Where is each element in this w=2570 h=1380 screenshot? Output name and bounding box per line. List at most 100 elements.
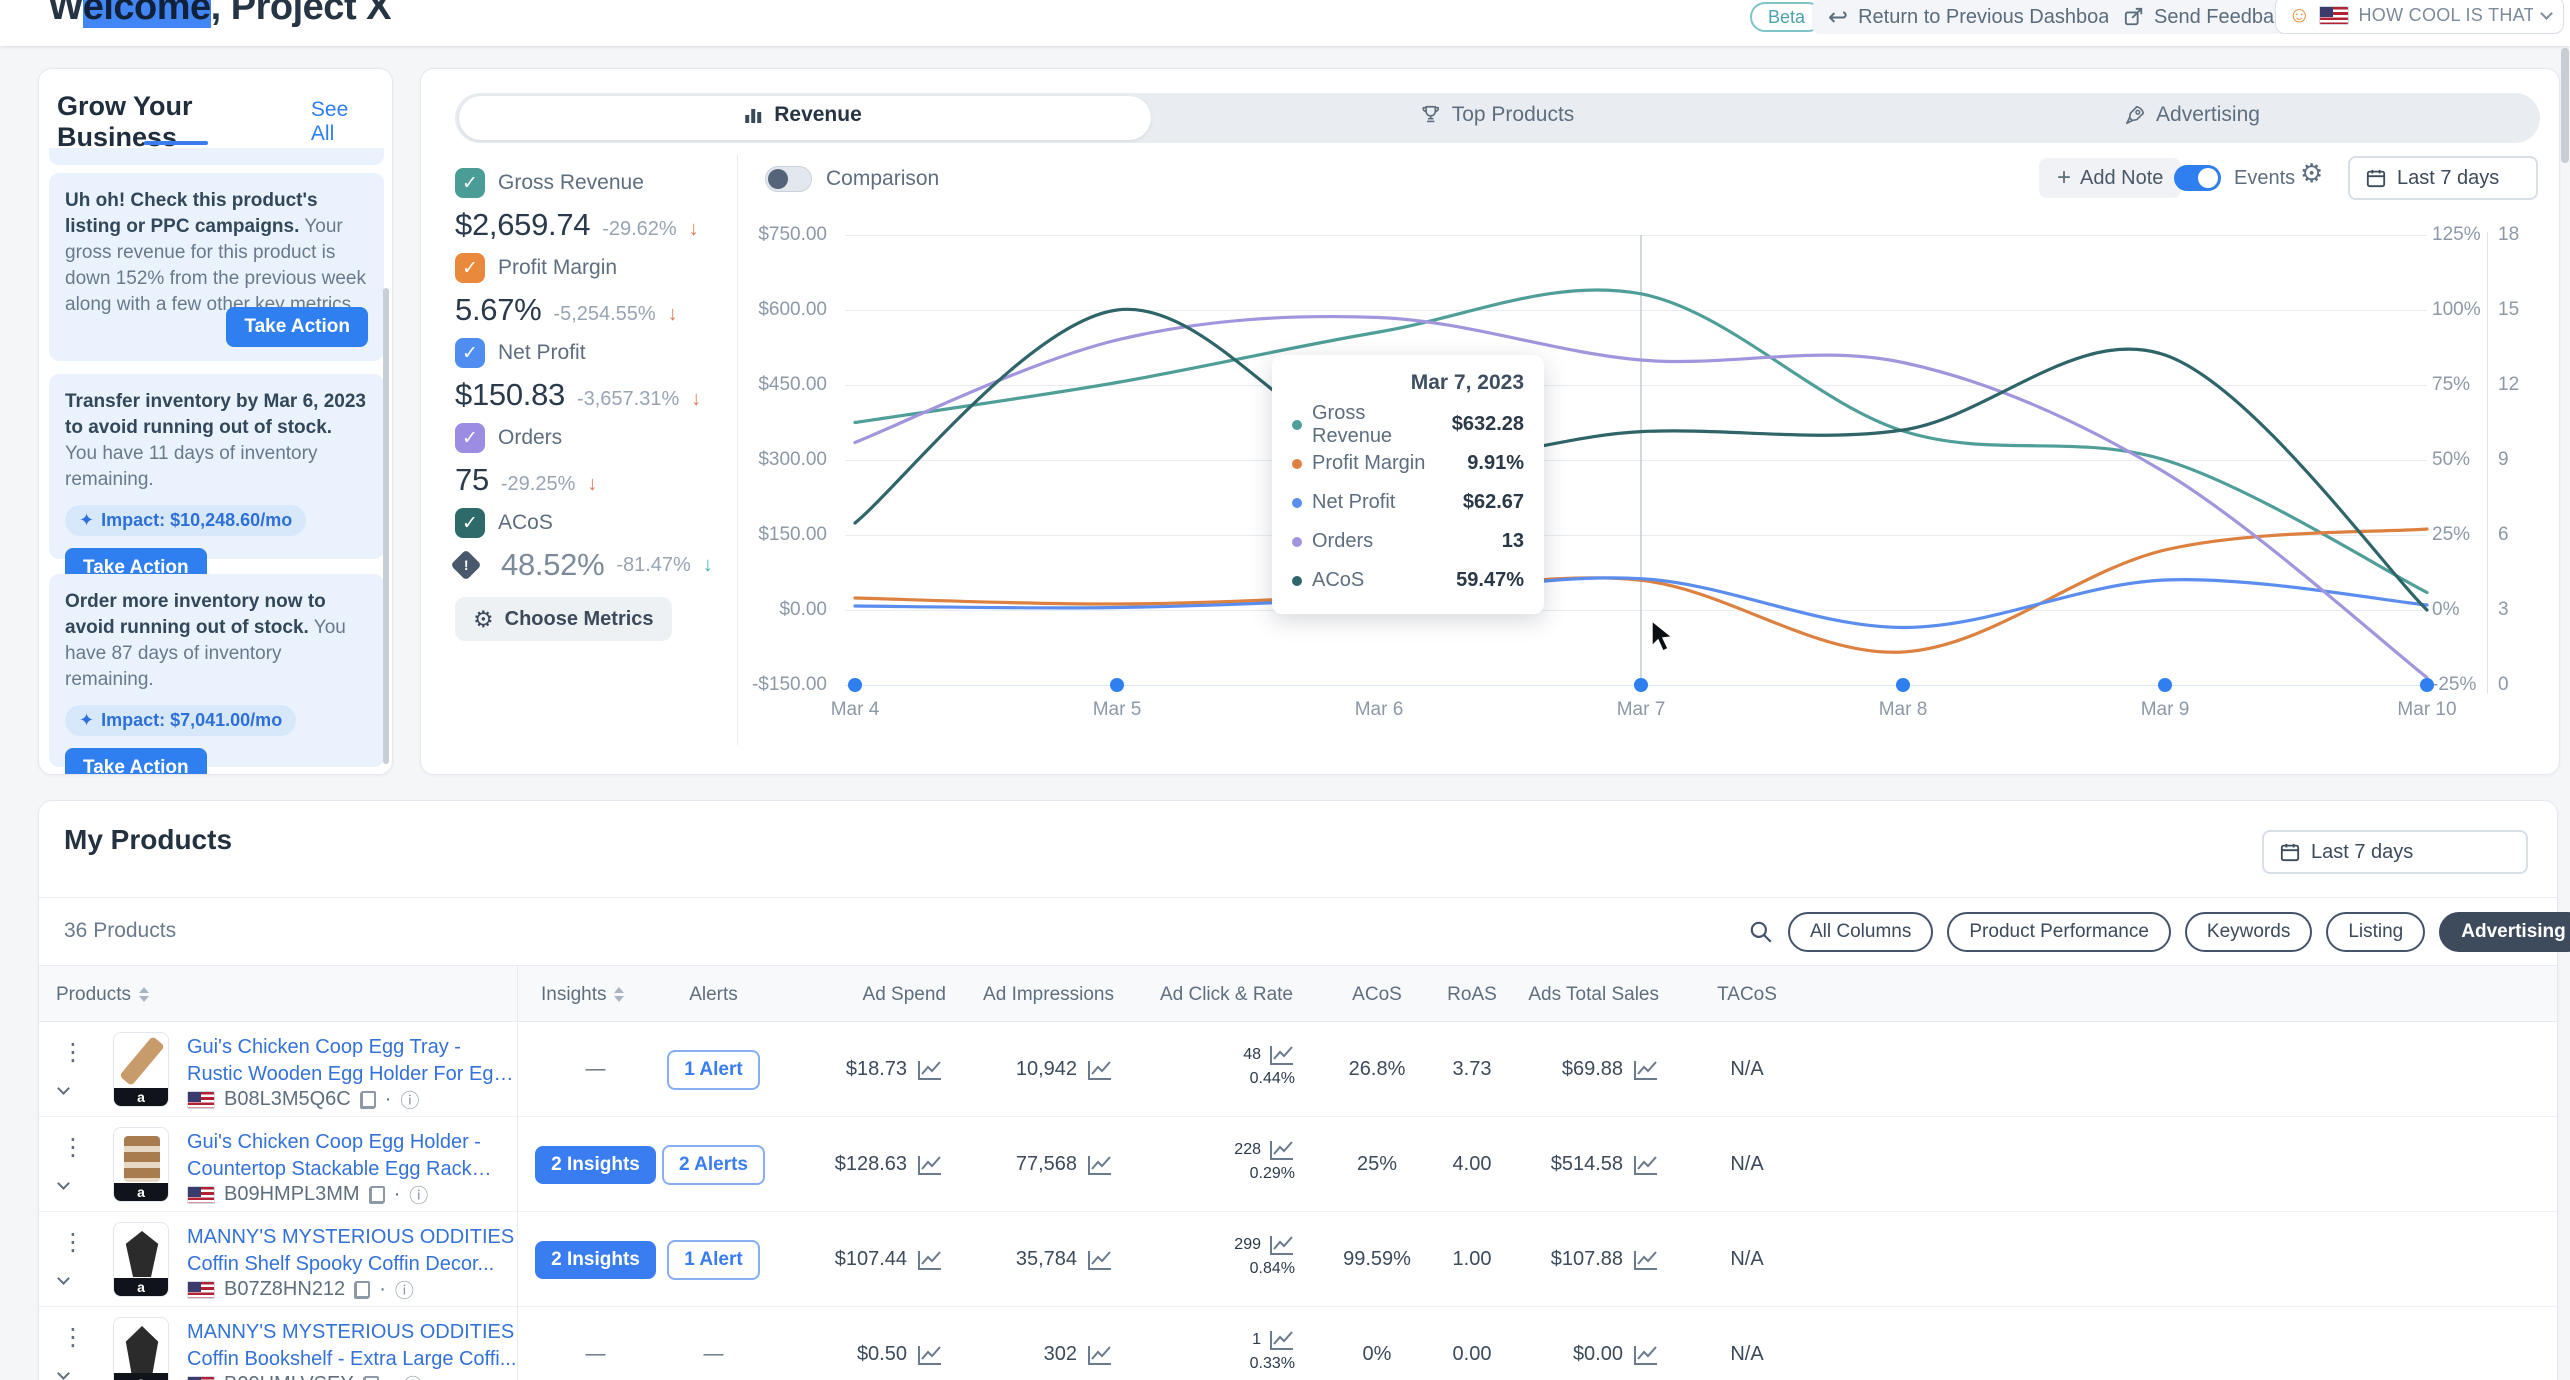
comparison-label: Comparison — [826, 167, 940, 190]
return-arrow-icon: ↩ — [1828, 3, 1849, 31]
row-expand-chevron-icon[interactable] — [57, 1080, 70, 1098]
axis-separator — [2487, 232, 2488, 694]
x-axis-tick: Mar 6 — [1354, 699, 1404, 720]
copy-icon[interactable] — [359, 1090, 376, 1109]
copy-icon[interactable] — [368, 1185, 385, 1204]
products-date-range-picker[interactable]: Last 7 days — [2262, 830, 2528, 874]
metric-checkbox[interactable]: ✓ — [455, 168, 485, 198]
events-toggle[interactable] — [2174, 165, 2221, 191]
alerts-pill[interactable]: 1 Alert — [667, 1239, 760, 1280]
column-insights[interactable]: Insights — [541, 966, 625, 1023]
series-dot-icon — [1292, 575, 1302, 586]
info-icon[interactable]: ⓘ — [400, 1086, 419, 1113]
line-chart-icon[interactable] — [1633, 1154, 1659, 1176]
row-menu-kebab-icon[interactable]: ⋮ — [61, 1133, 85, 1162]
sidebar-scrollbar[interactable] — [383, 288, 389, 764]
filter-all-columns[interactable]: All Columns — [1788, 912, 1934, 952]
tab-revenue[interactable]: Revenue — [742, 103, 862, 127]
insights-pill[interactable]: 2 Insights — [535, 1145, 656, 1184]
column-products[interactable]: Products — [56, 966, 149, 1023]
line-chart-icon[interactable] — [1269, 1044, 1295, 1066]
product-title-link[interactable]: MANNY'S MYSTERIOUS ODDITIES Coffin Books… — [187, 1319, 517, 1373]
page-scrollbar[interactable] — [2561, 48, 2569, 163]
filter-listing[interactable]: Listing — [2326, 912, 2426, 952]
column-acos[interactable]: ACoS — [1327, 966, 1427, 1023]
choose-metrics-button[interactable]: ⚙ Choose Metrics — [455, 597, 672, 641]
metric-checkbox[interactable]: ✓ — [455, 423, 485, 453]
trend-down-icon: ↓ — [667, 303, 678, 325]
take-action-button[interactable]: Take Action — [65, 748, 207, 774]
column-tacos[interactable]: TACoS — [1697, 966, 1797, 1023]
event-marker — [848, 678, 862, 692]
line-chart-icon[interactable] — [1269, 1234, 1295, 1256]
info-icon[interactable]: ⓘ — [395, 1276, 414, 1303]
tooltip-row: ACoS 59.47% — [1292, 561, 1524, 600]
product-title-link[interactable]: Gui's Chicken Coop Egg Holder - Countert… — [187, 1129, 517, 1183]
tab-top-products[interactable]: Top Products — [1420, 103, 1574, 127]
filter-product-performance[interactable]: Product Performance — [1947, 912, 2171, 952]
chevron-down-icon — [2540, 6, 2553, 20]
search-icon[interactable] — [1748, 919, 1774, 945]
filter-keywords[interactable]: Keywords — [2184, 912, 2313, 952]
tacos-value: N/A — [1730, 1248, 1764, 1270]
metric-orders: ✓ Orders 75 -29.25% ↓ — [455, 423, 735, 498]
row-menu-kebab-icon[interactable]: ⋮ — [61, 1323, 85, 1352]
info-icon[interactable]: ⓘ — [403, 1371, 422, 1380]
x-axis-tick: Mar 7 — [1616, 699, 1666, 720]
sparkle-icon: ✦ — [79, 510, 95, 530]
chart-settings-gear-icon[interactable]: ⚙ — [2300, 160, 2323, 186]
products-count: 36 Products — [64, 919, 177, 942]
acos-value: 26.8% — [1348, 1058, 1406, 1080]
series-dot-icon — [1292, 458, 1302, 469]
chart-date-range-picker[interactable]: Last 7 days — [2348, 156, 2538, 200]
metric-checkbox[interactable]: ✓ — [455, 338, 485, 368]
sort-icon — [614, 987, 625, 1002]
row-expand-chevron-icon[interactable] — [57, 1270, 70, 1288]
row-expand-chevron-icon[interactable] — [57, 1365, 70, 1380]
return-to-previous-dashboard-button[interactable]: ↩ Return to Previous Dashboard — [1812, 0, 2144, 34]
take-action-button[interactable]: Take Action — [226, 307, 368, 347]
line-chart-icon[interactable] — [1269, 1139, 1295, 1161]
column-ad-click-rate[interactable]: Ad Click & Rate — [1099, 966, 1293, 1023]
row-menu-kebab-icon[interactable]: ⋮ — [61, 1228, 85, 1257]
column-ad-impressions[interactable]: Ad Impressions — [939, 966, 1114, 1023]
row-menu-kebab-icon[interactable]: ⋮ — [61, 1038, 85, 1067]
tab-advertising[interactable]: Advertising — [2124, 103, 2260, 127]
product-title-link[interactable]: Gui's Chicken Coop Egg Tray - Rustic Woo… — [187, 1034, 517, 1088]
filter-advertising[interactable]: Advertising — [2439, 912, 2570, 952]
column-alerts[interactable]: Alerts — [661, 966, 766, 1023]
ad-clicks-value: 48 — [1243, 1046, 1261, 1063]
acos-value: 25% — [1356, 1153, 1398, 1175]
see-all-link[interactable]: See All — [311, 98, 374, 146]
y-axis-tick: $600.00 — [758, 299, 827, 320]
metric-gross-revenue: ✓ Gross Revenue $2,659.74 -29.62% ↓ — [455, 168, 735, 243]
product-title-link[interactable]: MANNY'S MYSTERIOUS ODDITIES Coffin Shelf… — [187, 1224, 517, 1278]
line-chart-icon[interactable] — [1633, 1344, 1659, 1366]
metric-profit-margin: ✓ Profit Margin 5.67% -5,254.55% ↓ — [455, 253, 735, 328]
tacos-value: N/A — [1730, 1058, 1764, 1080]
product-thumbnail: a — [113, 1317, 169, 1380]
column-ads-total-sales[interactable]: Ads Total Sales — [1487, 966, 1659, 1023]
copy-icon[interactable] — [354, 1280, 371, 1299]
info-icon[interactable]: ⓘ — [409, 1181, 428, 1208]
line-chart-icon[interactable] — [1269, 1329, 1295, 1351]
metric-checkbox[interactable]: ✓ — [455, 253, 485, 283]
comparison-toggle[interactable] — [765, 166, 812, 192]
line-chart[interactable] — [840, 225, 2440, 695]
add-note-button[interactable]: + Add Note — [2039, 158, 2182, 198]
insights-pill[interactable]: 2 Insights — [535, 1240, 656, 1279]
line-chart-icon[interactable] — [1633, 1059, 1659, 1081]
line-chart-icon[interactable] — [1633, 1249, 1659, 1271]
account-dropdown[interactable]: ☺ HOW COOL IS THAT — [2275, 0, 2564, 34]
count-axis-tick: 0 — [2498, 674, 2509, 695]
alerts-pill[interactable]: 2 Alerts — [662, 1144, 765, 1185]
column-ad-spend[interactable]: Ad Spend — [771, 966, 946, 1023]
row-expand-chevron-icon[interactable] — [57, 1175, 70, 1193]
alerts-pill[interactable]: 1 Alert — [667, 1049, 760, 1090]
product-row: ⋮ a Gui's Chicken Coop Egg Tray - Rustic… — [39, 1022, 2557, 1117]
products-filterbar: All Columns Product Performance Keywords… — [1748, 912, 2570, 952]
amazon-badge: a — [114, 1278, 168, 1296]
ad-click-rate-value: 0.84% — [1249, 1260, 1295, 1277]
metric-checkbox[interactable]: ✓ — [455, 508, 485, 538]
copy-icon[interactable] — [362, 1375, 379, 1380]
